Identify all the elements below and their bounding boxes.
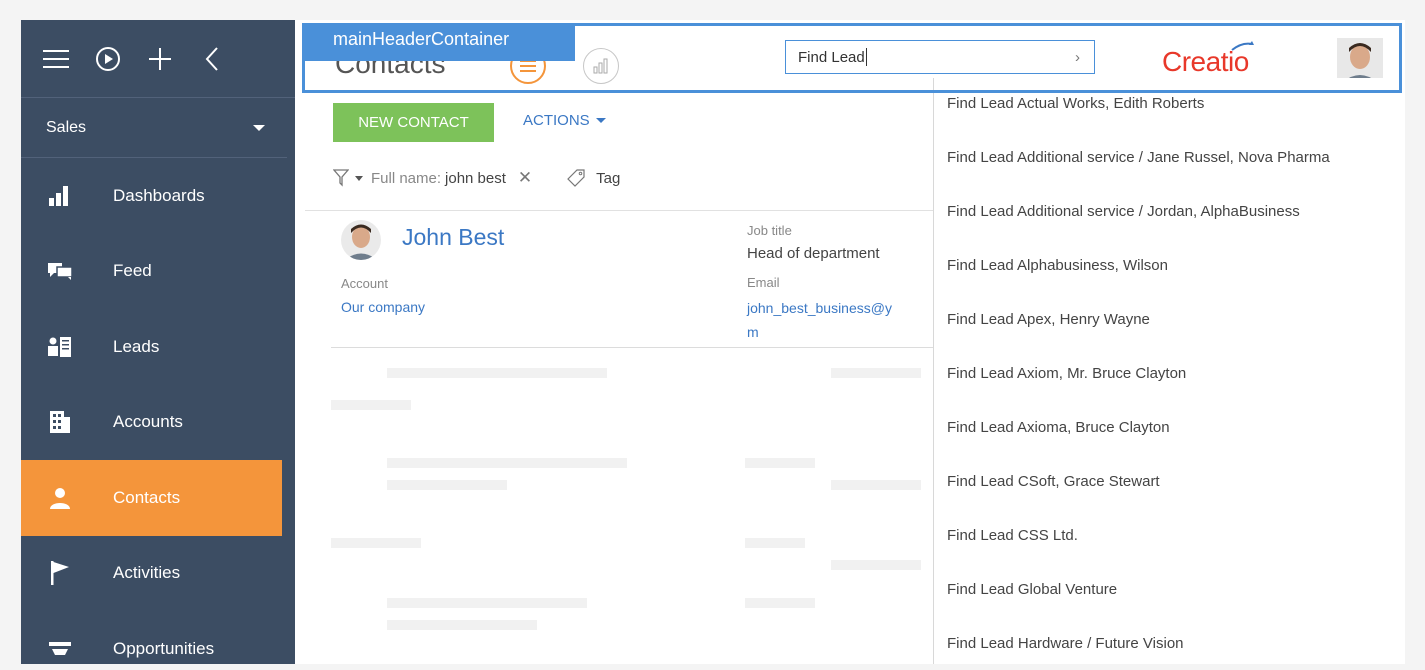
window-frame-left — [0, 0, 21, 670]
suggestion-item[interactable]: Find Lead Additional service / Jane Russ… — [934, 130, 1400, 184]
leads-icon — [48, 335, 72, 359]
contacts-icon — [48, 486, 72, 510]
sidebar-item-leads[interactable]: Leads — [21, 309, 295, 385]
filter-value: john best — [445, 169, 506, 187]
suggestion-item[interactable]: Find Lead Alphabusiness, Wilson — [934, 238, 1400, 292]
chevron-down-icon — [595, 118, 606, 123]
chevron-down-icon[interactable] — [355, 175, 363, 181]
contact-name-link[interactable]: John Best — [402, 224, 504, 251]
new-contact-button[interactable]: NEW CONTACT — [333, 103, 494, 142]
funnel-icon — [48, 637, 72, 661]
sidebar-item-label: Feed — [113, 261, 152, 281]
search-input-value: Find Lead — [798, 48, 865, 66]
plus-icon[interactable] — [145, 44, 175, 74]
tag-label: Tag — [596, 169, 621, 187]
workplace-label: Sales — [46, 118, 87, 136]
sidebar-toolbar — [21, 20, 295, 98]
job-title-value: Head of department — [747, 245, 880, 262]
suggestion-item[interactable]: Find Lead Hardware / Future Vision — [934, 616, 1400, 664]
window-frame-top — [0, 0, 1425, 20]
sidebar-item-activities[interactable]: Activities — [21, 536, 295, 612]
user-avatar[interactable] — [1337, 38, 1383, 82]
list-icon — [520, 60, 536, 72]
account-link[interactable]: Our company — [341, 299, 425, 315]
suggestion-item[interactable]: Find Lead Actual Works, Edith Roberts — [934, 78, 1400, 130]
play-process-icon[interactable] — [93, 44, 123, 74]
card-divider — [331, 347, 935, 348]
collapse-chevron-icon[interactable] — [197, 44, 227, 74]
contact-avatar — [341, 220, 381, 260]
feed-icon — [48, 259, 72, 283]
suggestion-item[interactable]: Find Lead Axiom, Mr. Bruce Clayton — [934, 346, 1400, 400]
list-item-ghost — [331, 530, 931, 590]
suggestion-item[interactable]: Find Lead Axioma, Bruce Clayton — [934, 400, 1400, 454]
tag-button[interactable]: Tag — [566, 168, 620, 188]
filter-bar: Full name: john best ✕ Tag — [333, 168, 620, 188]
suggestion-item[interactable]: Find Lead CSoft, Grace Stewart — [934, 454, 1400, 508]
chevron-right-icon[interactable]: › — [1075, 49, 1080, 66]
list-item-ghost — [331, 450, 931, 510]
text-cursor — [865, 48, 867, 66]
logo-swoosh-icon — [1231, 41, 1254, 51]
sidebar-item-label: Opportunities — [113, 638, 215, 658]
window-frame-right — [1405, 0, 1425, 670]
sidebar-item-label: Accounts — [113, 412, 183, 432]
email-link[interactable]: john_best_business@y — [747, 300, 892, 316]
contact-card[interactable]: John Best Account Our company Job title … — [333, 220, 933, 348]
actions-label: ACTIONS — [523, 112, 590, 129]
sidebar-item-label: Activities — [113, 563, 181, 583]
email-label: Email — [747, 275, 780, 290]
chart-icon — [593, 58, 608, 74]
workplace-selector[interactable]: Sales — [21, 98, 287, 158]
suggestion-item[interactable]: Find Lead Apex, Henry Wayne — [934, 292, 1400, 346]
suggestion-item[interactable]: Find Lead Global Venture — [934, 562, 1400, 616]
sidebar-item-dashboards[interactable]: Dashboards — [21, 158, 295, 234]
actions-button[interactable]: ACTIONS — [523, 112, 606, 129]
close-icon[interactable]: ✕ — [518, 168, 532, 188]
sidebar-item-label: Leads — [113, 336, 160, 356]
sidebar-item-label: Contacts — [113, 487, 181, 507]
dashboard-icon — [48, 184, 72, 208]
command-line-input[interactable]: Find Lead › — [785, 40, 1095, 74]
account-label: Account — [341, 276, 388, 291]
list-item-ghost — [331, 360, 931, 420]
filter-label: Full name: — [371, 169, 442, 187]
sidebar-item-opportunities[interactable]: Opportunities — [21, 611, 295, 664]
job-title-label: Job title — [747, 223, 792, 238]
sidebar-item-feed[interactable]: Feed — [21, 234, 295, 310]
accounts-icon — [48, 410, 72, 434]
sidebar-item-label: Dashboards — [113, 185, 205, 205]
sidebar-item-contacts[interactable]: Contacts — [21, 460, 282, 536]
flag-icon — [48, 561, 72, 586]
main-header-container-tag: mainHeaderContainer — [302, 23, 575, 61]
list-item-ghost — [331, 590, 931, 650]
filter-icon[interactable] — [333, 169, 349, 187]
tag-icon — [567, 169, 585, 187]
command-suggestions-dropdown: Find Lead Actual Works, Edith Roberts Fi… — [933, 78, 1400, 664]
suggestion-item[interactable]: Find Lead CSS Ltd. — [934, 508, 1400, 562]
sidebar: Sales Dashboards Feed Leads Accounts Con… — [21, 20, 295, 664]
hamburger-menu-icon[interactable] — [41, 44, 71, 74]
window-frame-bottom — [0, 664, 1425, 670]
email-link-wrap[interactable]: m — [747, 324, 759, 340]
sidebar-item-accounts[interactable]: Accounts — [21, 385, 295, 461]
suggestion-item[interactable]: Find Lead Additional service / Jordan, A… — [934, 184, 1400, 238]
chevron-down-icon — [253, 124, 265, 131]
analytics-view-button[interactable] — [583, 48, 619, 84]
list-divider — [305, 210, 935, 211]
